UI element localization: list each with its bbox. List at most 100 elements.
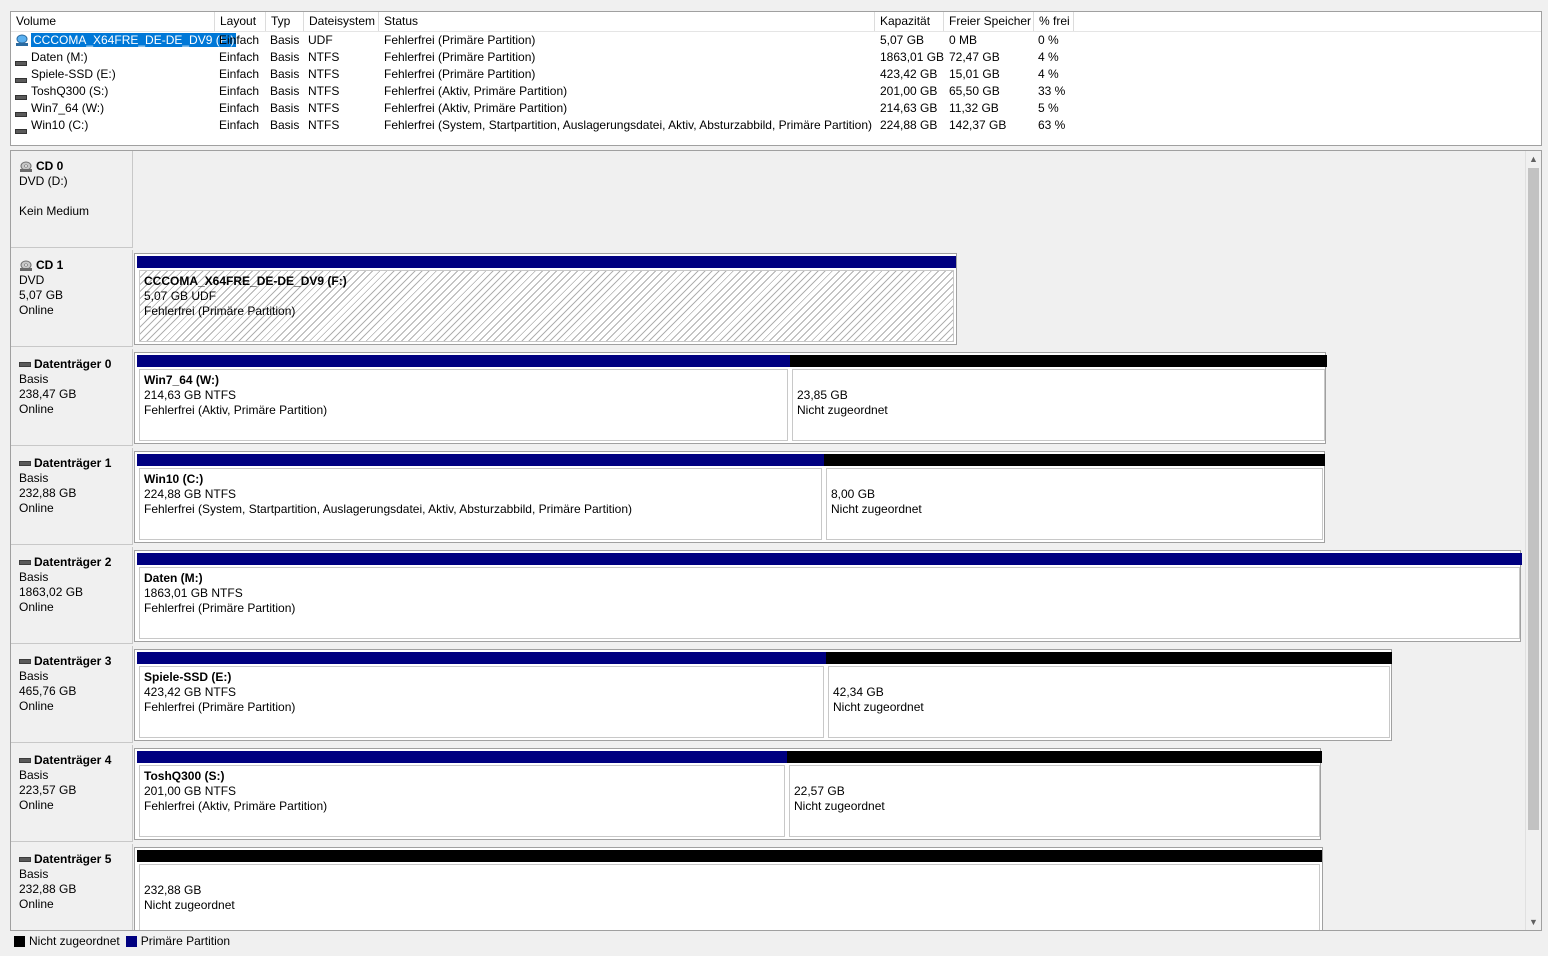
drive-icon — [15, 123, 27, 134]
disk-icon — [19, 461, 31, 466]
disk-frame: Daten (M:) 1863,01 GB NTFS Fehlerfrei (Pri… — [134, 550, 1522, 642]
disk-row[interactable]: Datenträger 4 Basis 223,57 GB Online ToshQ30… — [11, 745, 1525, 845]
primary-partition[interactable]: Daten (M:) 1863,01 GB NTFS Fehlerfrei (Pri… — [137, 553, 1522, 639]
partition-box[interactable]: Win7_64 (W:) 214,63 GB NTFS Fehlerfrei (Ak… — [139, 369, 788, 441]
disk-info-line: 232,88 GB — [19, 882, 77, 896]
volume-layout: Einfach — [219, 101, 260, 115]
partition-color-bar — [137, 751, 787, 763]
partition-box[interactable]: 23,85 GB Nicht zugeordnet — [792, 369, 1325, 441]
primary-partition[interactable]: Win10 (C:) 224,88 GB NTFS Fehlerfrei (Syst… — [137, 454, 824, 540]
column-header[interactable]: % frei — [1034, 12, 1074, 31]
primary-partition[interactable]: CCCOMA_X64FRE_DE-DE_DV9 (F:) 5,07 GB UDF F… — [137, 256, 956, 342]
partition-box[interactable]: CCCOMA_X64FRE_DE-DE_DV9 (F:) 5,07 GB UDF F… — [139, 270, 954, 342]
column-header[interactable]: Kapazität — [875, 12, 944, 31]
disk-info-line: Online — [19, 303, 54, 317]
partition-color-bar — [787, 751, 1322, 763]
column-header[interactable]: Status — [379, 12, 875, 31]
column-header[interactable]: Layout — [215, 12, 266, 31]
volume-row[interactable]: Spiele-SSD (E:) Einfach Basis NTFS Fehlerfre… — [11, 66, 1541, 83]
volume-row[interactable]: Win10 (C:) Einfach Basis NTFS Fehlerfrei (Sy… — [11, 117, 1541, 134]
column-header[interactable]: Dateisystem — [304, 12, 379, 31]
volume-row[interactable]: Daten (M:) Einfach Basis NTFS Fehlerfrei (Pr… — [11, 49, 1541, 66]
volume-row[interactable]: Win7_64 (W:) Einfach Basis NTFS Fehlerfrei (… — [11, 100, 1541, 117]
disk-label[interactable]: CD 1 DVD 5,07 GB Online — [11, 250, 133, 347]
drive-icon — [15, 106, 27, 117]
column-header[interactable]: Volume — [11, 12, 215, 31]
disk-info-line: Basis — [19, 471, 49, 485]
unallocated-space[interactable]: 42,34 GB Nicht zugeordnet — [826, 652, 1392, 738]
disk-label[interactable]: Datenträger 5 Basis 232,88 GB Online — [11, 844, 133, 930]
volume-free: 15,01 GB — [949, 67, 1000, 81]
volume-cap: 5,07 GB — [880, 33, 925, 47]
scroll-thumb[interactable] — [1528, 168, 1539, 830]
unallocated-space[interactable]: 23,85 GB Nicht zugeordnet — [790, 355, 1327, 441]
partition-color-bar — [790, 355, 1327, 367]
volume-fs: NTFS — [308, 50, 340, 64]
partition-box[interactable]: 8,00 GB Nicht zugeordnet — [826, 468, 1323, 540]
disk-label[interactable]: Datenträger 2 Basis 1863,02 GB Online — [11, 547, 133, 644]
volume-row[interactable]: ToshQ300 (S:) Einfach Basis NTFS Fehlerfrei … — [11, 83, 1541, 100]
volume-name: CCCOMA_X64FRE_DE-DE_DV9 (F:) — [31, 32, 237, 49]
partition-color-bar — [137, 256, 956, 268]
unallocated-space[interactable]: 8,00 GB Nicht zugeordnet — [824, 454, 1325, 540]
primary-partition[interactable]: Spiele-SSD (E:) 423,42 GB NTFS Fehlerfrei … — [137, 652, 826, 738]
partition-spacer — [833, 670, 1389, 685]
volume-free: 65,50 GB — [949, 84, 1000, 98]
disk-info-line: DVD — [19, 273, 45, 287]
disk-icon — [19, 560, 31, 565]
partition-status: Fehlerfrei (Aktiv, Primäre Partition) — [144, 799, 328, 813]
volume-status: Fehlerfrei (Aktiv, Primäre Partition) — [384, 101, 568, 115]
disk-row[interactable]: Datenträger 2 Basis 1863,02 GB Online Daten … — [11, 547, 1525, 647]
partition-box[interactable]: 232,88 GB Nicht zugeordnet — [139, 864, 1320, 930]
volume-typ: Basis — [270, 84, 300, 98]
unallocated-space[interactable]: 232,88 GB Nicht zugeordnet — [137, 850, 1322, 930]
drive-icon — [15, 55, 27, 66]
disk-info-line: Online — [19, 699, 54, 713]
disk-graphical-view[interactable]: CD 0 DVD (D:) Kein Medium CD 1 DVD 5,07 GB Onl… — [10, 150, 1542, 931]
scroll-up-icon[interactable]: ▲ — [1526, 151, 1541, 167]
partition-color-bar — [137, 454, 824, 466]
column-header[interactable]: Freier Speicher — [944, 12, 1034, 31]
disk-label[interactable]: Datenträger 0 Basis 238,47 GB Online — [11, 349, 133, 446]
volume-name-text: Win7_64 (W:) — [31, 101, 105, 115]
disk-info-line: Basis — [19, 768, 49, 782]
volume-row[interactable]: CCCOMA_X64FRE_DE-DE_DV9 (F:) Einfach Basis… — [11, 32, 1541, 49]
disk-label[interactable]: Datenträger 4 Basis 223,57 GB Online — [11, 745, 133, 842]
disk-row[interactable]: Datenträger 3 Basis 465,76 GB Online Spiele-… — [11, 646, 1525, 746]
disk-info-line: Online — [19, 897, 54, 911]
volume-layout: Einfach — [219, 118, 260, 132]
volume-list-header: Volume Layout Typ Dateisystem Status Kapazitä… — [11, 12, 1541, 32]
volume-status: Fehlerfrei (Primäre Partition) — [384, 67, 536, 81]
disk-row[interactable]: Datenträger 0 Basis 238,47 GB Online Win7_64… — [11, 349, 1525, 449]
volume-cap: 1863,01 GB — [880, 50, 945, 64]
volume-list[interactable]: Volume Layout Typ Dateisystem Status Kapazitä… — [10, 11, 1542, 146]
disk-name-text: Datenträger 3 — [34, 654, 112, 668]
unallocated-space[interactable]: 22,57 GB Nicht zugeordnet — [787, 751, 1322, 837]
primary-partition[interactable]: Win7_64 (W:) 214,63 GB NTFS Fehlerfrei (Ak… — [137, 355, 790, 441]
partition-box[interactable]: ToshQ300 (S:) 201,00 GB NTFS Fehlerfrei (A… — [139, 765, 785, 837]
disk-row[interactable]: CD 1 DVD 5,07 GB Online CCCOMA_X64FRE_DE-DE_… — [11, 250, 1525, 350]
scroll-down-icon[interactable]: ▼ — [1526, 914, 1541, 930]
disk-name-text: CD 1 — [36, 258, 64, 272]
disk-name: CD 1 — [19, 258, 132, 273]
volume-typ: Basis — [270, 101, 300, 115]
disk-row[interactable]: Datenträger 1 Basis 232,88 GB Online Win10 (… — [11, 448, 1525, 548]
disk-label[interactable]: Datenträger 1 Basis 232,88 GB Online — [11, 448, 133, 545]
partition-box[interactable]: Win10 (C:) 224,88 GB NTFS Fehlerfrei (Syst… — [139, 468, 822, 540]
disk-name-text: Datenträger 5 — [34, 852, 112, 866]
partition-box[interactable]: Spiele-SSD (E:) 423,42 GB NTFS Fehlerfrei … — [139, 666, 824, 738]
volume-status: Fehlerfrei (Primäre Partition) — [384, 33, 536, 47]
column-header[interactable]: Typ — [266, 12, 304, 31]
drive-icon — [15, 72, 27, 83]
partition-box[interactable]: 22,57 GB Nicht zugeordnet — [789, 765, 1320, 837]
partition-box[interactable]: Daten (M:) 1863,01 GB NTFS Fehlerfrei (Pri… — [139, 567, 1520, 639]
partition-size: 423,42 GB NTFS — [144, 685, 237, 699]
vertical-scrollbar[interactable]: ▲ ▼ — [1525, 151, 1541, 930]
volume-name-text: CCCOMA_X64FRE_DE-DE_DV9 (F:) — [31, 33, 237, 47]
disk-label[interactable]: CD 0 DVD (D:) Kein Medium — [11, 151, 133, 248]
disk-row[interactable]: CD 0 DVD (D:) Kein Medium — [11, 151, 1525, 251]
disk-row[interactable]: Datenträger 5 Basis 232,88 GB Online 232,88 … — [11, 844, 1525, 930]
partition-box[interactable]: 42,34 GB Nicht zugeordnet — [828, 666, 1390, 738]
disk-label[interactable]: Datenträger 3 Basis 465,76 GB Online — [11, 646, 133, 743]
primary-partition[interactable]: ToshQ300 (S:) 201,00 GB NTFS Fehlerfrei (A… — [137, 751, 787, 837]
